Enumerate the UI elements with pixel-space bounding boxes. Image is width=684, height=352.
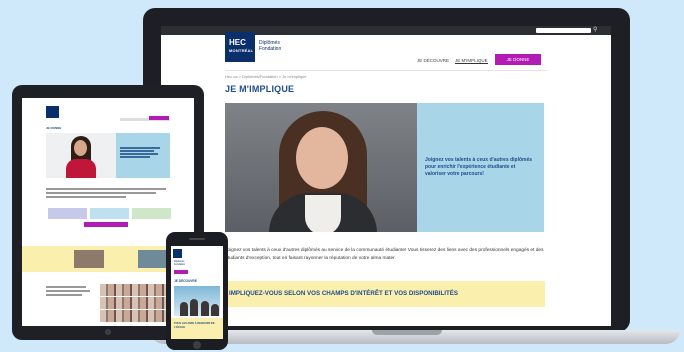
nav-item-discover[interactable]: JE DÉCOUVRE: [417, 58, 449, 63]
tablet-card[interactable]: [48, 208, 87, 219]
tablet-card[interactable]: [132, 208, 171, 219]
quote-panel: Joignez vos talents à ceux d'autres dipl…: [417, 103, 544, 232]
portrait-face: [296, 127, 348, 189]
tablet-text-line: [46, 290, 90, 292]
tablet-text-line: [46, 286, 86, 288]
tablet-logo[interactable]: [46, 106, 59, 118]
hec-logo[interactable]: HEC MONTRÉAL: [225, 32, 255, 62]
logo-text: HEC: [229, 38, 246, 47]
search-icon[interactable]: ⚲: [593, 27, 599, 33]
phone-home-button: [193, 341, 201, 349]
tablet-portrait-top: [66, 159, 96, 178]
phone-foundation-label: Diplômés Fondation: [174, 260, 185, 266]
tablet-card[interactable]: [90, 208, 129, 219]
give-button[interactable]: JE DONNE: [495, 54, 541, 65]
intro-paragraph: Joignez vos talents à ceux d'autres dipl…: [225, 248, 544, 261]
quote-text: Joignez vos talents à ceux d'autres dipl…: [425, 157, 533, 177]
phone-strip-text: TOUS LES AMIS À REBOURS DE L'ÉCOLE: [174, 322, 215, 329]
tablet-text-line: [46, 294, 82, 296]
laptop-notch: [372, 330, 442, 335]
phone-logo[interactable]: [173, 249, 182, 258]
logo-subtext: MONTRÉAL: [229, 48, 254, 53]
phone-foundation-line-2: Fondation: [174, 263, 186, 266]
tablet-cta-button[interactable]: [84, 222, 128, 227]
foundation-label: Diplômés Fondation: [259, 40, 281, 52]
phone-screen: Diplômés Fondation JE DÉCOUVRE TOUS LES …: [171, 246, 223, 339]
tablet-text-line: [46, 196, 126, 198]
phone-speaker: [189, 238, 205, 240]
phone-give-button[interactable]: [174, 270, 188, 274]
search-input[interactable]: [536, 28, 591, 33]
tablet-photo-grid: [100, 284, 168, 322]
page-title: JE M'IMPLIQUE: [225, 84, 295, 94]
section-title: IMPLIQUEZ-VOUS SELON VOS CHAMPS D'INTÉRÊ…: [229, 290, 459, 297]
phone-yellow-band: TOUS LES AMIS À REBOURS DE L'ÉCOLE: [171, 318, 223, 339]
laptop-screen: ⚲ HEC MONTRÉAL Diplômés Fondation JE DÉC…: [161, 26, 611, 326]
nav-item-involve[interactable]: JE M'IMPLIQUE: [455, 58, 488, 64]
tablet-home-button: [105, 329, 111, 335]
tablet-thumbnail[interactable]: [138, 250, 168, 268]
tablet-portrait-face: [74, 140, 87, 156]
portrait-shirt: [305, 195, 341, 232]
tablet-thumbnail[interactable]: [74, 250, 104, 268]
tablet-give-button[interactable]: [149, 116, 169, 120]
section-banner: IMPLIQUEZ-VOUS SELON VOS CHAMPS D'INTÉRÊ…: [225, 281, 545, 307]
tablet-text-line: [46, 192, 156, 194]
breadcrumb[interactable]: Hec.ca > Diplômés/Fondation > Je m'impli…: [225, 74, 306, 79]
phone-hero-image: [174, 286, 220, 316]
header-divider: [225, 70, 547, 71]
phone-page-title: JE DÉCOUVRE: [174, 279, 197, 283]
tablet-quote-panel: [116, 133, 170, 178]
tablet-page-title: JE DONNE: [46, 126, 62, 130]
tablet-text-line: [46, 188, 166, 190]
foundation-line-2: Fondation: [259, 46, 282, 52]
hero-photo: [225, 103, 417, 232]
tablet-hero-photo: [46, 133, 116, 178]
